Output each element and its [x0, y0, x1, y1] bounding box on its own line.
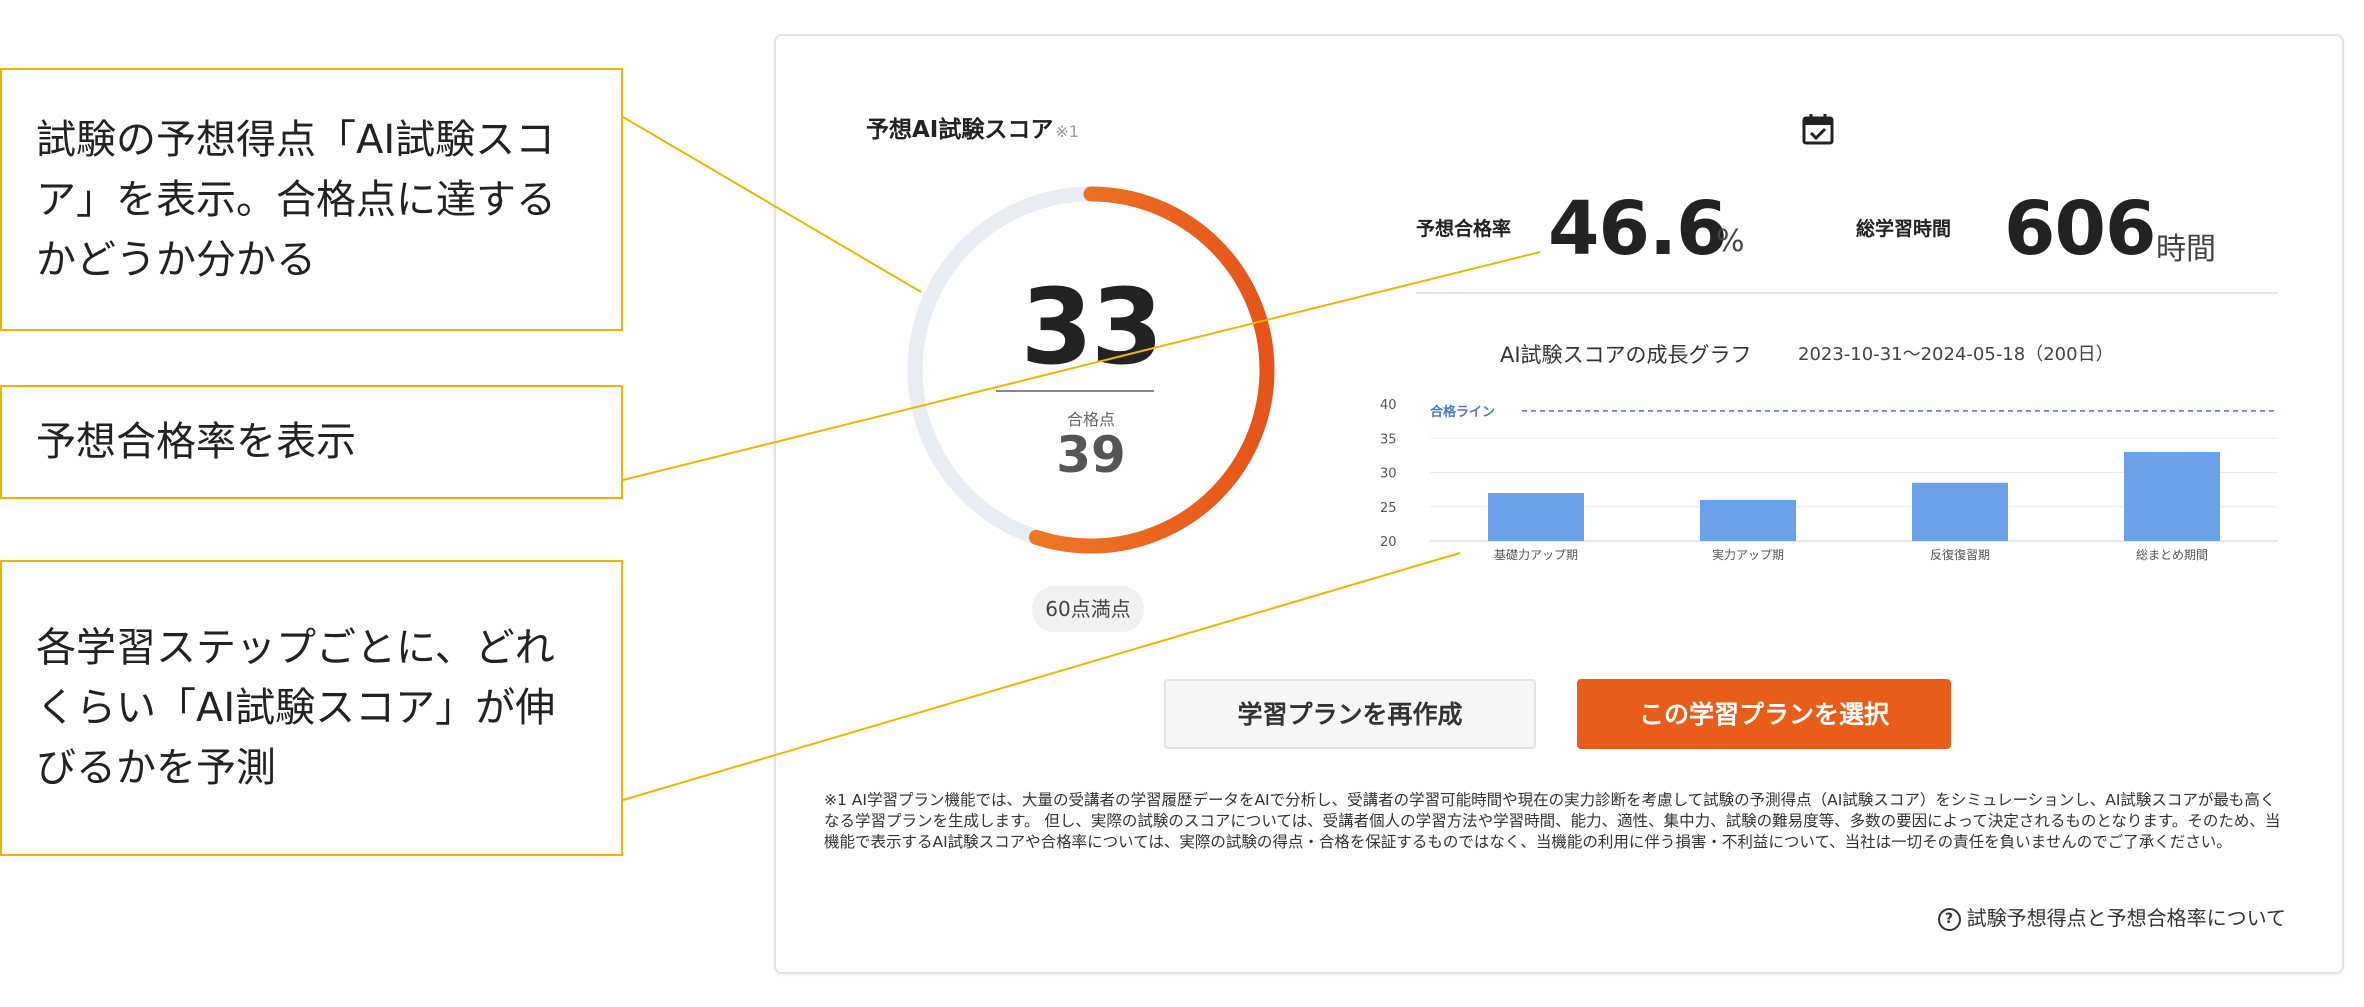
calendar-icon[interactable] [1801, 112, 1835, 146]
callout-text: 各学習ステップごとに、どれくらい「AI試験スコア」が伸びるかを予測 [36, 625, 556, 791]
x-category-label: 総まとめ期間 [2136, 548, 2208, 561]
y-tick-label: 25 [1380, 501, 1397, 516]
disclaimer-text: ※1 AI学習プラン機能では、大量の受講者の学習履歴データをAIで分析し、受講者… [824, 791, 2281, 851]
callout-ai-score: 試験の予想得点「AI試験スコア」を表示。合格点に達するかどうか分かる [0, 68, 623, 331]
pass-line-label: 合格ライン [1430, 404, 1495, 420]
x-category-label: 基礎力アップ期 [1494, 548, 1578, 561]
y-tick-label: 40 [1380, 398, 1397, 413]
chart-bar [2124, 451, 2220, 541]
score-help-link[interactable]: ? 試験予想得点と予想合格率について [1906, 902, 2286, 931]
growth-chart: 20 25 30 35 40 合格ライン基礎力アップ期 実力アップ期 反復復習期 総まとめ期間 [1380, 398, 2278, 561]
pass-rate-value: 46.6 [1548, 186, 1728, 272]
growth-graph-date-range: 2023-10-31〜2024-05-18（200日） [1798, 344, 2114, 365]
pass-rate-unit: % [1716, 224, 1745, 259]
stats-divider [1416, 292, 2278, 294]
callout-text: 予想合格率を表示 [36, 419, 356, 465]
y-tick-label: 20 [1380, 535, 1397, 550]
score-panel-title: 予想AI試験スコア ※1 [866, 110, 1079, 144]
y-tick-label: 30 [1380, 467, 1397, 482]
score-divider [996, 390, 1154, 392]
chart-bar [1488, 493, 1584, 541]
callout-pass-rate: 予想合格率を表示 [0, 385, 623, 499]
pass-rate-label: 予想合格率 [1416, 218, 1512, 240]
max-score-badge: 60点満点 [1032, 586, 1144, 632]
x-category-label: 反復復習期 [1930, 547, 1990, 561]
pass-mark-value: 39 [1056, 426, 1126, 484]
select-plan-button[interactable]: この学習プランを選択 [1577, 679, 1951, 749]
study-time-unit: 時間 [2156, 232, 2216, 267]
help-link-label: 試験予想得点と予想合格率について [1966, 906, 2286, 930]
recreate-plan-button[interactable]: 学習プランを再作成 [1164, 679, 1536, 749]
score-title-note: ※1 [1055, 122, 1079, 141]
x-category-label: 実力アップ期 [1712, 547, 1784, 561]
growth-graph-title: AI試験スコアの成長グラフ [1500, 343, 1752, 367]
score-title-text: 予想AI試験スコア [866, 117, 1054, 143]
callout-text: 試験の予想得点「AI試験スコア」を表示。合格点に達するかどうか分かる [36, 116, 556, 283]
y-tick-label: 35 [1380, 432, 1397, 447]
chart-bar [1912, 482, 2008, 541]
ai-exam-score: 33 [1020, 266, 1164, 388]
study-time-label: 総学習時間 [1856, 218, 1952, 240]
study-time-value: 606 [2004, 186, 2156, 272]
callout-growth-graph: 各学習ステップごとに、どれくらい「AI試験スコア」が伸びるかを予測 [0, 560, 623, 856]
question-icon: ? [1937, 908, 1961, 931]
ai-plan-card: 予想AI試験スコア ※1 33 合格点 39 60点満点 予想合格率 46.6 %… [774, 34, 2344, 974]
chart-bar [1700, 499, 1796, 541]
